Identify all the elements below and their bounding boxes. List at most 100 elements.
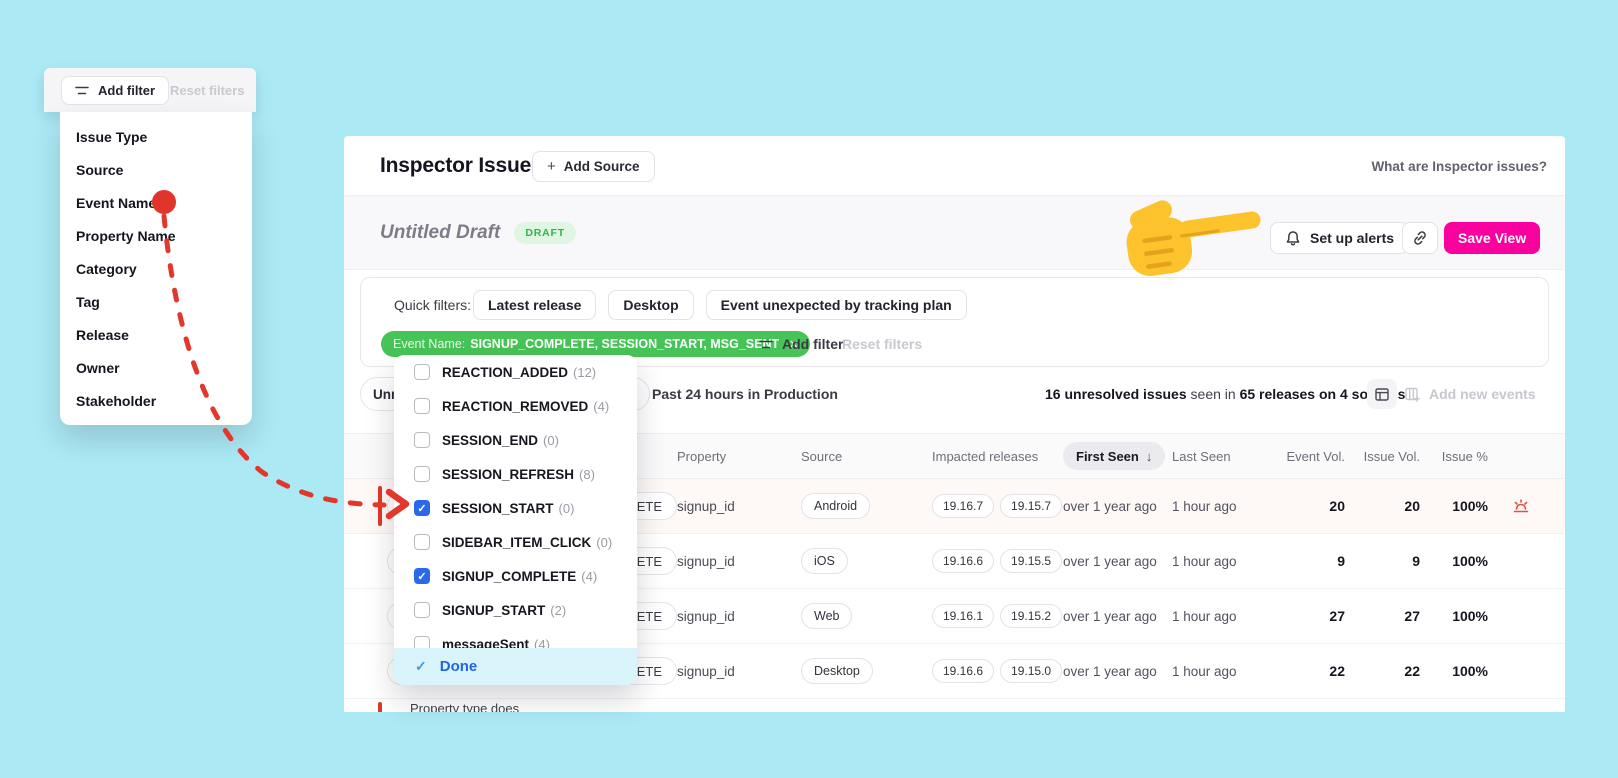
calendar-button[interactable]: [1367, 379, 1397, 409]
dropdown-item-count: (12): [573, 364, 597, 380]
property-cell: signup_id: [677, 498, 735, 514]
dropdown-item-reaction-removed[interactable]: REACTION_REMOVED (4): [394, 389, 637, 423]
menu-item-source[interactable]: Source: [60, 153, 252, 186]
column-issue-vol[interactable]: Issue Vol.: [1345, 449, 1420, 464]
add-filter-button-main[interactable]: Add filter: [759, 331, 843, 357]
done-label: Done: [439, 658, 478, 675]
column-last-seen[interactable]: Last Seen: [1172, 449, 1265, 464]
checkbox-checked[interactable]: ✓: [414, 500, 430, 516]
issue-indicator-bar: [378, 486, 382, 526]
menu-item-owner[interactable]: Owner: [60, 351, 252, 384]
dropdown-item-session-end[interactable]: SESSION_END (0): [394, 423, 637, 457]
column-property[interactable]: Property: [677, 449, 801, 464]
column-impacted-releases[interactable]: Impacted releases: [932, 449, 1063, 464]
menu-item-tag[interactable]: Tag: [60, 285, 252, 318]
reset-filters-main[interactable]: Reset filters: [842, 331, 922, 357]
set-up-alerts-label: Set up alerts: [1310, 230, 1395, 246]
check-icon: ✓: [415, 658, 427, 674]
release-chips: 19.16.1 19.15.2: [932, 604, 1063, 628]
column-first-seen[interactable]: First Seen ↓: [1063, 442, 1172, 470]
issue-pct-cell: 100%: [1452, 553, 1488, 569]
event-vol-cell: 20: [1329, 498, 1345, 514]
issue-pct-cell: 100%: [1452, 498, 1488, 514]
column-source[interactable]: Source: [801, 449, 932, 464]
filter-icon: [759, 339, 773, 350]
checkbox[interactable]: [414, 432, 430, 448]
summary-mid: seen in: [1186, 386, 1240, 402]
dropdown-item-count: (4): [581, 568, 598, 584]
quick-filter-desktop[interactable]: Desktop: [608, 290, 694, 320]
event-vol-cell: 9: [1337, 553, 1345, 569]
column-event-vol[interactable]: Event Vol.: [1265, 449, 1345, 464]
checkbox[interactable]: [414, 364, 430, 380]
add-filter-label: Add filter: [98, 83, 156, 98]
add-events-icon: [1404, 386, 1420, 402]
set-up-alerts-button[interactable]: Set up alerts: [1270, 222, 1410, 254]
add-new-events-label: Add new events: [1429, 386, 1536, 402]
filter-icon: [75, 85, 89, 96]
issue-vol-cell: 20: [1404, 498, 1420, 514]
table-row-partial[interactable]: Property type does: [344, 699, 1565, 712]
dropdown-item-signup-start[interactable]: SIGNUP_START (2): [394, 593, 637, 627]
add-filter-button[interactable]: Add filter: [61, 76, 170, 105]
release-chip: 19.15.2: [1000, 604, 1063, 628]
active-filter-chip[interactable]: Event Name: SIGNUP_COMPLETE, SESSION_STA…: [381, 331, 811, 357]
quick-filter-latest-release[interactable]: Latest release: [473, 290, 597, 320]
dropdown-item-sidebar-item-click[interactable]: SIDEBAR_ITEM_CLICK (0): [394, 525, 637, 559]
add-new-events-button[interactable]: Add new events: [1404, 379, 1536, 409]
dropdown-item-reaction-added[interactable]: REACTION_ADDED (12): [394, 355, 637, 389]
dropdown-item-session-refresh[interactable]: SESSION_REFRESH (8): [394, 457, 637, 491]
checkbox[interactable]: [414, 398, 430, 414]
menu-item-stakeholder[interactable]: Stakeholder: [60, 384, 252, 417]
dropdown-item-session-start[interactable]: ✓ SESSION_START (0): [394, 491, 637, 525]
property-cell: signup_id: [677, 553, 735, 569]
release-chip: 19.16.7: [932, 494, 995, 518]
reset-filters-disabled[interactable]: Reset filters: [170, 68, 244, 112]
checkbox[interactable]: [414, 602, 430, 618]
property-cell: signup_id: [677, 663, 735, 679]
quick-filters-label: Quick filters:: [394, 297, 472, 313]
last-seen-cell: 1 hour ago: [1172, 498, 1237, 514]
first-seen-cell: over 1 year ago: [1063, 498, 1157, 514]
dropdown-item-label: SESSION_START: [442, 500, 554, 516]
sort-pill[interactable]: First Seen ↓: [1063, 442, 1166, 470]
page-background: Add filter Reset filters Issue Type Sour…: [0, 0, 1618, 778]
event-vol-cell: 22: [1329, 663, 1345, 679]
event-name-dropdown: REACTION_ADDED (12) REACTION_REMOVED (4)…: [394, 355, 637, 685]
quick-filter-unexpected[interactable]: Event unexpected by tracking plan: [705, 290, 967, 320]
help-link[interactable]: What are Inspector issues?: [1371, 136, 1547, 196]
issue-vol-cell: 22: [1404, 663, 1420, 679]
last-seen-cell: 1 hour ago: [1172, 608, 1237, 624]
plus-icon: +: [547, 158, 556, 175]
checkbox[interactable]: [414, 534, 430, 550]
property-cell: signup_id: [677, 608, 735, 624]
page-title: Inspector Issues: [380, 154, 543, 177]
view-title: Untitled Draft: [380, 222, 501, 243]
checkbox-checked[interactable]: ✓: [414, 568, 430, 584]
checkbox[interactable]: [414, 466, 430, 482]
copy-link-button[interactable]: [1402, 222, 1438, 254]
menu-item-property-name[interactable]: Property Name: [60, 219, 252, 252]
sort-down-icon: ↓: [1145, 448, 1153, 464]
add-source-button[interactable]: + Add Source: [532, 151, 655, 182]
link-icon: [1411, 229, 1429, 247]
issues-summary: 16 unresolved issues seen in 65 releases…: [1045, 377, 1405, 411]
done-button[interactable]: ✓ Done: [394, 648, 637, 685]
menu-item-issue-type[interactable]: Issue Type: [60, 120, 252, 153]
release-chips: 19.16.6 19.15.0: [932, 659, 1063, 683]
last-seen-cell: 1 hour ago: [1172, 553, 1237, 569]
dropdown-item-signup-complete[interactable]: ✓ SIGNUP_COMPLETE (4): [394, 559, 637, 593]
draft-title-group: Untitled Draft DRAFT: [380, 196, 576, 270]
issue-pct-cell: 100%: [1452, 663, 1488, 679]
issue-description-partial: Property type does: [410, 701, 520, 712]
first-seen-cell: over 1 year ago: [1063, 663, 1157, 679]
column-issue-pct[interactable]: Issue %: [1420, 449, 1488, 464]
save-view-button[interactable]: Save View: [1444, 222, 1541, 254]
menu-item-release[interactable]: Release: [60, 318, 252, 351]
dropdown-item-label: REACTION_REMOVED: [442, 398, 589, 414]
menu-item-category[interactable]: Category: [60, 252, 252, 285]
draft-badge: DRAFT: [514, 222, 576, 244]
period-label: Past 24 hours in Production: [652, 386, 838, 402]
filters-card: Quick filters: Latest release Desktop Ev…: [360, 277, 1549, 367]
first-seen-cell: over 1 year ago: [1063, 553, 1157, 569]
